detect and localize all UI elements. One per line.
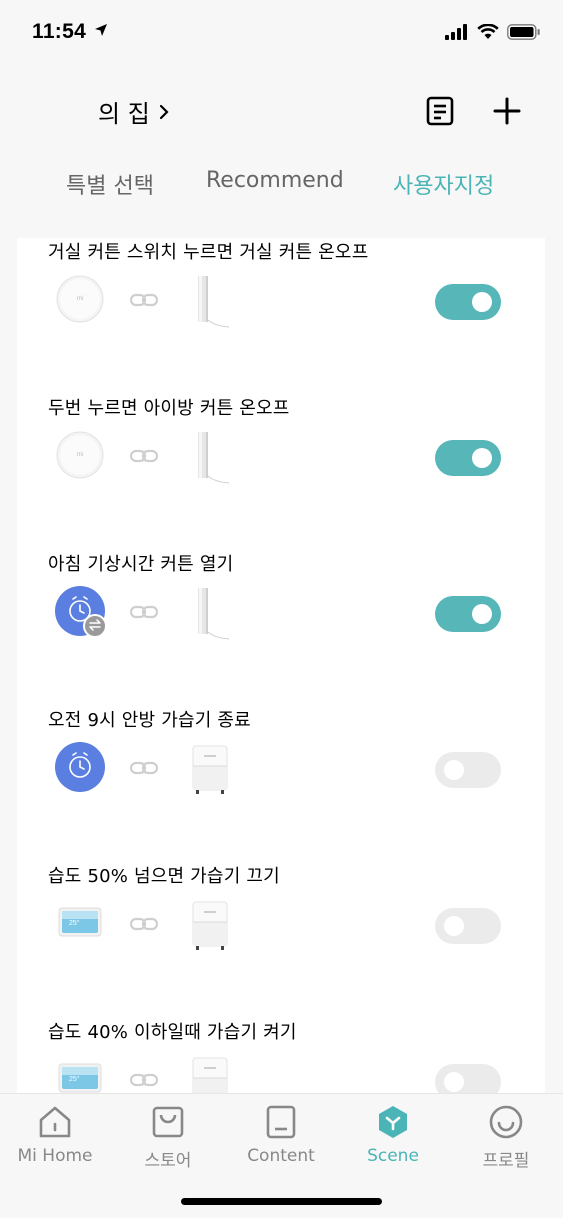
nav-label: 프로필 [482,1151,530,1171]
wifi-icon [477,24,499,39]
link-icon [129,1072,159,1088]
scene-card[interactable]: 아침 기상시간 커튼 열기 [17,550,545,706]
scene-title: 습도 40% 이하일때 가습기 켜기 [48,1022,297,1043]
nav-label: Mi Home [17,1146,93,1166]
tablet-icon [263,1104,299,1140]
scene-row [17,742,545,798]
home-indicator [181,1198,382,1205]
sensor-reading-text: 25° [69,1075,80,1083]
scene-title: 습도 50% 넘으면 가습기 끄기 [48,866,280,887]
curtain-motor-icon [185,430,235,486]
scene-toggle[interactable] [435,1064,501,1093]
location-arrow-icon [95,24,108,36]
scene-card[interactable]: 오전 9시 안방 가습기 종료 [17,706,545,862]
clock-icon [55,586,107,638]
clock-icon [55,742,105,792]
scene-toggle[interactable] [435,908,501,944]
status-indicators [445,24,541,40]
sensor-display-icon: 25° [55,898,105,948]
link-icon [129,604,159,620]
scene-row [17,586,545,642]
scene-title: 아침 기상시간 커튼 열기 [48,554,234,575]
add-scene-button[interactable] [490,94,524,128]
scene-title: 거실 커튼 스위치 누르면 거실 커튼 온오프 [48,242,369,263]
toggle-knob [472,448,492,468]
humidifier-icon [185,742,235,798]
smiley-face-icon [488,1104,524,1140]
toggle-knob [444,760,464,780]
home-selector[interactable]: 의 집 [98,94,170,129]
tab-recommend[interactable]: Recommend [206,168,344,193]
tab-special[interactable]: 특별 선택 [66,168,154,200]
nav-scene[interactable]: Scene [338,1104,448,1166]
nav-label: Scene [367,1146,419,1166]
shopping-bag-icon [150,1104,186,1140]
scene-toggle[interactable] [435,752,501,788]
link-icon [129,448,159,464]
toggle-knob [444,1072,464,1092]
scene-card[interactable]: 습도 40% 이하일때 가습기 켜기 25° [17,1018,545,1093]
scene-list: 거실 커튼 스위치 누르면 거실 커튼 온오프 mi 두번 누르면 아이방 커튼… [17,238,545,1093]
mi-switch-icon: mi [55,274,105,324]
nav-label: Content [247,1146,315,1166]
scene-row: mi [17,430,545,486]
scene-row: 25° [17,1054,545,1093]
humidifier-icon [185,898,235,954]
home-title: 의 집 [98,100,150,128]
cellular-signal-icon [445,24,467,40]
scene-cube-icon [375,1104,411,1140]
link-icon [129,916,159,932]
scene-card[interactable]: 습도 50% 넘으면 가습기 끄기 25° [17,862,545,1018]
toggle-knob [472,604,492,624]
nav-store[interactable]: 스토어 [113,1104,223,1171]
home-icon [37,1104,73,1140]
plus-icon [493,97,521,125]
tab-custom[interactable]: 사용자지정 [393,168,494,200]
svg-text:mi: mi [77,296,83,302]
svg-text:mi: mi [77,452,83,458]
status-time: 11:54 [32,20,108,44]
scene-title: 오전 9시 안방 가습기 종료 [48,710,251,731]
curtain-motor-icon [185,274,235,330]
scene-toggle[interactable] [435,284,501,320]
scene-card[interactable]: 거실 커튼 스위치 누르면 거실 커튼 온오프 mi [17,238,545,394]
document-icon [426,96,454,126]
chevron-right-icon [159,104,169,119]
status-bar: 11:54 [0,0,563,62]
scene-card[interactable]: 두번 누르면 아이방 커튼 온오프 mi [17,394,545,550]
nav-profile[interactable]: 프로필 [451,1104,561,1171]
toggle-knob [472,292,492,312]
curtain-motor-icon [185,586,235,642]
scene-row: mi [17,274,545,330]
sensor-display-icon: 25° [55,1054,105,1093]
header: 의 집 [0,80,563,144]
scene-tabs: 특별 선택 Recommend 사용자지정 [0,168,563,212]
log-button[interactable] [423,94,457,128]
link-icon [129,292,159,308]
nav-content[interactable]: Content [226,1104,336,1166]
mi-switch-icon: mi [55,430,105,480]
scene-toggle[interactable] [435,596,501,632]
battery-icon [507,24,540,40]
nav-mi-home[interactable]: Mi Home [0,1104,110,1166]
scene-toggle[interactable] [435,440,501,476]
link-icon [129,760,159,776]
nav-label: 스토어 [144,1151,192,1171]
humidifier-icon [185,1054,235,1093]
toggle-knob [444,916,464,936]
scene-title: 두번 누르면 아이방 커튼 온오프 [48,398,290,419]
scene-row: 25° [17,898,545,954]
sensor-reading-text: 25° [69,919,80,927]
